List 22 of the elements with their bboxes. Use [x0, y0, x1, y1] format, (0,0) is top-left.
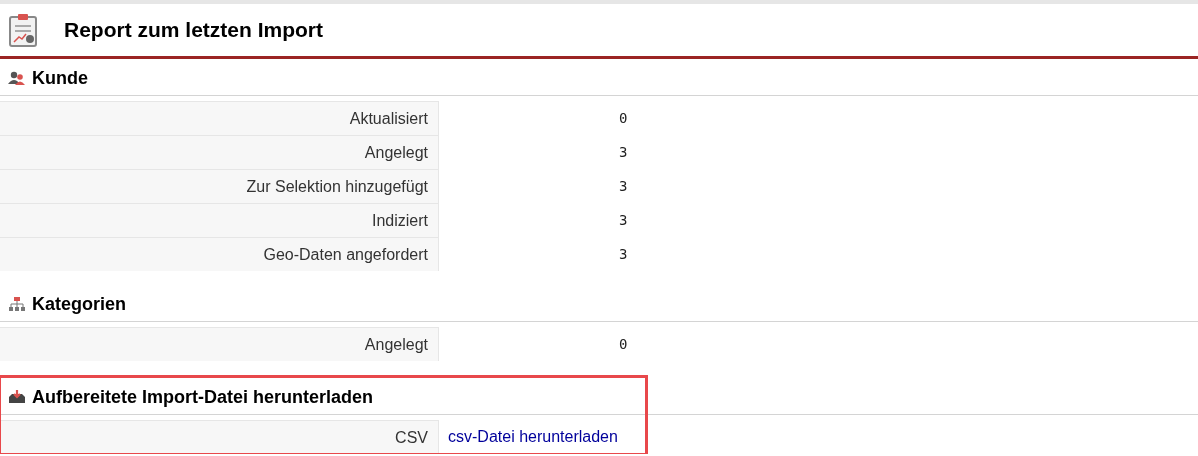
- row-value: 3: [618, 211, 628, 230]
- row-label: Aktualisiert: [0, 101, 439, 135]
- row-label: Angelegt: [0, 135, 439, 169]
- users-icon: [8, 71, 26, 85]
- row-label: Geo-Daten angefordert: [0, 237, 439, 271]
- report-icon: [8, 13, 38, 47]
- row-value: 0: [618, 109, 628, 128]
- section-title: Kategorien: [32, 293, 127, 315]
- row-label: Indiziert: [0, 203, 439, 237]
- section-title: Kunde: [32, 67, 88, 89]
- row-value: 3: [618, 143, 628, 162]
- section-title: Aufbereitete Import-Datei herunterladen: [32, 386, 374, 408]
- download-tray-icon: [8, 390, 26, 404]
- row-value: 0: [618, 335, 628, 354]
- row-value: 3: [618, 177, 628, 196]
- row-label: Angelegt: [0, 327, 439, 361]
- hierarchy-icon: [8, 297, 26, 311]
- row-value: 3: [618, 245, 628, 264]
- row-label: CSV: [0, 420, 439, 454]
- page-title: Report zum letzten Import: [64, 18, 323, 42]
- download-link[interactable]: csv-Datei herunterladen: [439, 420, 618, 454]
- row-label: Zur Selektion hinzugefügt: [0, 169, 439, 203]
